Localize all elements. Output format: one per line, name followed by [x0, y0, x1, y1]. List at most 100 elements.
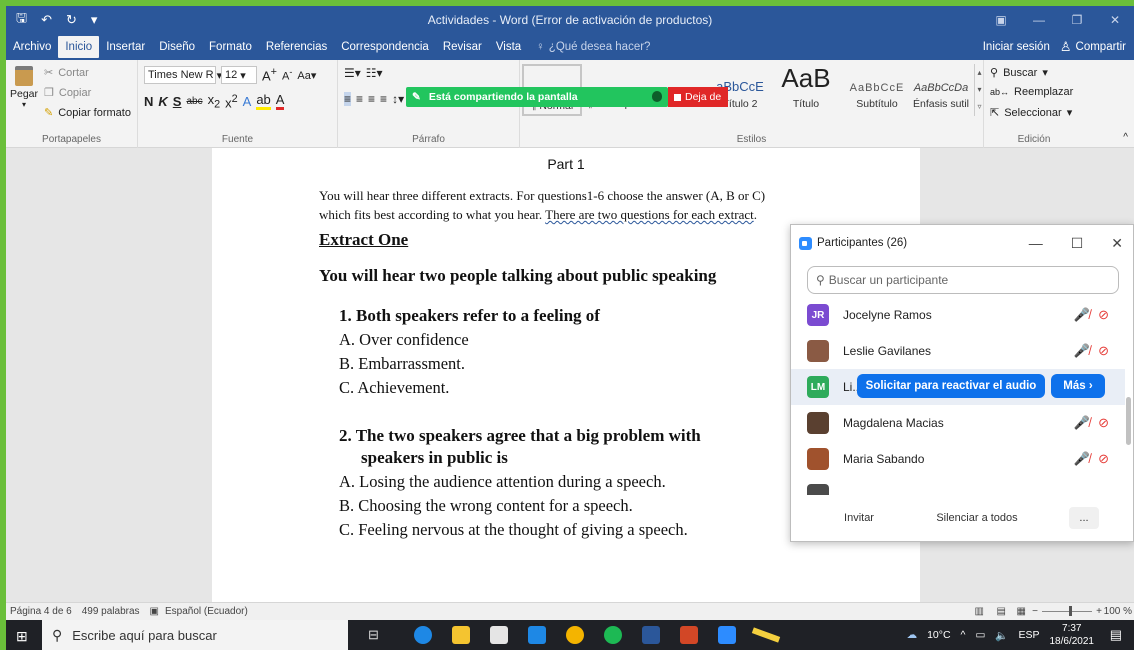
stop-share-button[interactable]: Deja de — [668, 87, 728, 107]
grow-font-icon[interactable]: A+ — [262, 66, 277, 83]
paste-button[interactable]: Pegar ▾ — [10, 66, 38, 109]
highlight-icon[interactable]: ab — [256, 92, 271, 111]
tab-inicio[interactable]: Inicio — [58, 36, 100, 58]
align-right-icon[interactable]: ≡ — [368, 92, 375, 106]
align-left-icon[interactable]: ≡ — [344, 92, 352, 106]
participant-row[interactable]: Magdalena Macias 🎤̸ ⊘ — [791, 405, 1125, 441]
close-panel-button[interactable]: ✕ — [1111, 235, 1123, 252]
input-language[interactable]: ESP — [1018, 629, 1039, 641]
ribbon-display-icon[interactable]: ▣ — [982, 6, 1020, 34]
weather-icon[interactable]: ☁ — [907, 629, 918, 641]
bold-icon[interactable]: N — [144, 94, 153, 109]
tab-vista[interactable]: Vista — [489, 36, 528, 58]
powerpoint-icon[interactable] — [680, 626, 698, 644]
participant-row[interactable]: JR Jocelyne Ramos 🎤̸ ⊘ — [791, 297, 1125, 333]
numbering-icon[interactable]: ☷▾ — [366, 66, 383, 80]
font-color-icon[interactable]: A — [275, 92, 285, 111]
network-icon[interactable]: ▭ — [975, 629, 985, 641]
replace-button[interactable]: ab↔ Reemplazar — [990, 86, 1073, 98]
redo-icon[interactable]: ↻ — [66, 12, 77, 28]
participants-scrollbar[interactable] — [1126, 397, 1131, 445]
zoom-level[interactable]: 100 % — [1104, 606, 1132, 617]
minimize-panel-button[interactable]: — — [1029, 235, 1043, 252]
mail-icon[interactable] — [528, 626, 546, 644]
store-icon[interactable] — [490, 626, 508, 644]
line-spacing-icon[interactable]: ↕▾ — [392, 92, 404, 106]
zoom-slider[interactable] — [1042, 611, 1092, 612]
shrink-font-icon[interactable]: A- — [282, 67, 292, 83]
screen-sharing-banner[interactable]: ✎ Está compartiendo la pantalla — [406, 87, 668, 107]
notifications-icon[interactable]: ▤ — [1110, 627, 1122, 643]
change-case-icon[interactable]: Aa▾ — [297, 69, 316, 82]
copy-button[interactable]: ❐ Copiar — [44, 86, 91, 100]
volume-icon[interactable]: 🔈 — [995, 629, 1008, 642]
windows-start-icon[interactable]: ⊞ — [16, 628, 28, 645]
word-count[interactable]: 499 palabras — [82, 606, 140, 617]
print-layout-icon[interactable]: ▤ — [997, 606, 1006, 617]
taskbar-search-input[interactable]: ⚲ Escribe aquí para buscar — [42, 620, 348, 650]
align-center-icon[interactable]: ≡ — [356, 92, 363, 106]
page-count[interactable]: Página 4 de 6 — [10, 606, 72, 617]
style-subtitulo[interactable]: AaBbCcE Subtítulo — [842, 64, 912, 116]
zoom-in-button[interactable]: + — [1096, 606, 1102, 617]
subscript-icon[interactable]: x2 — [208, 92, 221, 111]
style-titulo[interactable]: AaB Título — [776, 63, 836, 116]
bullets-icon[interactable]: ☰▾ — [344, 66, 361, 80]
tab-referencias[interactable]: Referencias — [259, 36, 334, 58]
italic-icon[interactable]: K — [158, 94, 167, 109]
signin-link[interactable]: Iniciar sesión — [983, 41, 1050, 53]
zoom-out-button[interactable]: − — [1032, 606, 1038, 617]
cut-button[interactable]: ✂ Cortar — [44, 66, 89, 80]
sticky-notes-icon[interactable] — [751, 627, 781, 643]
customize-qat-icon[interactable]: ▾ — [91, 12, 98, 28]
chrome-icon[interactable] — [566, 626, 584, 644]
maximize-button[interactable]: ❐ — [1058, 6, 1096, 34]
tab-archivo[interactable]: Archivo — [6, 36, 58, 58]
format-painter-button[interactable]: ✎ Copiar formato — [44, 106, 131, 120]
collapse-ribbon-icon[interactable]: ^ — [1123, 132, 1128, 143]
tab-diseno[interactable]: Diseño — [152, 36, 202, 58]
spotify-icon[interactable] — [604, 626, 622, 644]
language[interactable]: Español (Ecuador) — [165, 606, 248, 617]
font-size-box[interactable]: 12 ▾ — [221, 66, 257, 84]
more-button[interactable]: Más › — [1051, 374, 1105, 398]
close-button[interactable]: ✕ — [1096, 6, 1134, 34]
style-enfasis-sutil[interactable]: AaBbCcDa Énfasis sutil — [908, 64, 974, 116]
tab-insertar[interactable]: Insertar — [99, 36, 152, 58]
weather-temp[interactable]: 10°C — [927, 629, 950, 641]
font-name-box[interactable]: Times New R ▾ — [144, 66, 222, 84]
tab-formato[interactable]: Formato — [202, 36, 259, 58]
justify-icon[interactable]: ≡ — [380, 92, 387, 106]
participant-row[interactable]: Maria Sabando 🎤̸ ⊘ — [791, 441, 1125, 477]
find-button[interactable]: ⚲ Buscar ▾ — [990, 66, 1048, 80]
save-icon[interactable]: 🖫 — [16, 9, 27, 31]
participant-row[interactable]: LM Li... Solicitar para reactivar el aud… — [791, 369, 1125, 405]
tell-me-box[interactable]: ♀ ¿Qué desea hacer? — [528, 41, 650, 53]
show-hidden-icons[interactable]: ^ — [961, 629, 966, 641]
maximize-panel-button[interactable]: ☐ — [1071, 235, 1084, 252]
select-button[interactable]: ⇱ Seleccionar ▾ — [990, 106, 1072, 120]
word-icon[interactable] — [642, 626, 660, 644]
text-effects-icon[interactable]: A — [243, 94, 252, 109]
minimize-button[interactable]: — — [1020, 6, 1058, 34]
superscript-icon[interactable]: x2 — [225, 93, 238, 110]
edge-icon[interactable] — [414, 626, 432, 644]
tab-correspondencia[interactable]: Correspondencia — [334, 36, 436, 58]
clock[interactable]: 7:37 18/6/2021 — [1050, 622, 1095, 648]
read-mode-icon[interactable]: ▥ — [975, 606, 984, 617]
styles-scroll[interactable]: ▴ ▾ ▿ — [974, 64, 984, 116]
strikethrough-icon[interactable]: abc — [186, 96, 202, 107]
tab-revisar[interactable]: Revisar — [436, 36, 489, 58]
zoom-slider-thumb[interactable] — [1069, 606, 1072, 616]
participant-row[interactable]: Leslie Gavilanes 🎤̸ ⊘ — [791, 333, 1125, 369]
more-options-button[interactable]: ... — [1069, 507, 1099, 529]
mute-all-button[interactable]: Silenciar a todos — [927, 507, 1027, 529]
underline-icon[interactable]: S — [173, 94, 182, 109]
participant-search-input[interactable]: ⚲ Buscar un participante — [807, 266, 1119, 294]
participant-row[interactable] — [791, 477, 1125, 495]
web-layout-icon[interactable]: ▦ — [1017, 606, 1026, 617]
invite-button[interactable]: Invitar — [831, 507, 887, 529]
task-view-icon[interactable]: ⊟ — [368, 627, 379, 643]
file-explorer-icon[interactable] — [452, 626, 470, 644]
proofing-icon[interactable]: ▣ — [150, 606, 159, 617]
